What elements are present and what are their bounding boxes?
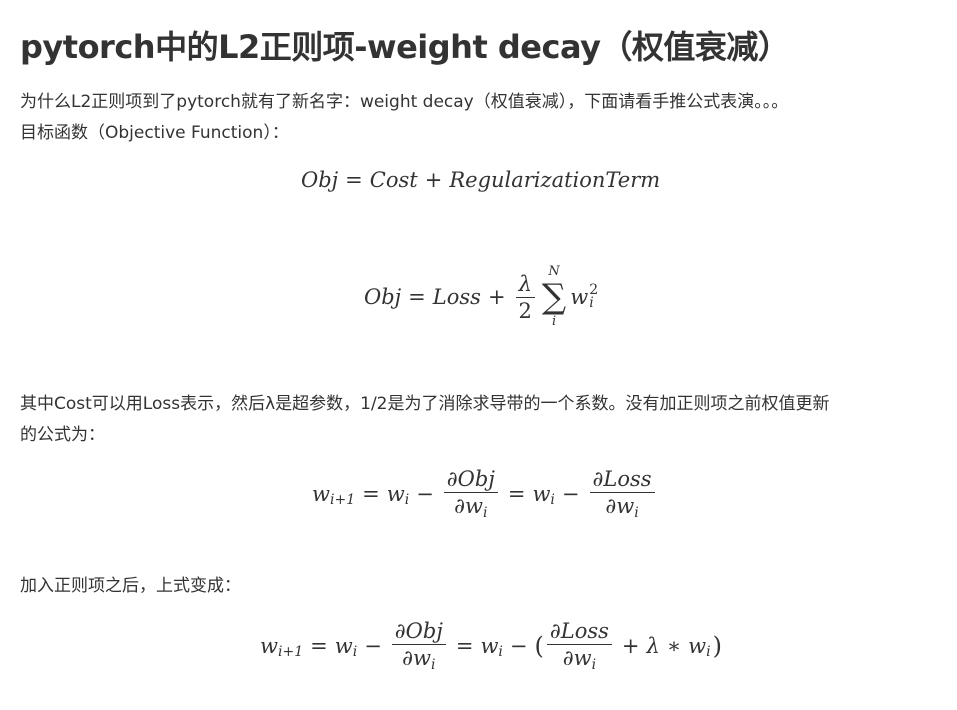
- eq-2: =: [507, 482, 526, 506]
- r-den-dw: ∂w: [402, 646, 431, 670]
- summation: N ∑ i: [542, 264, 566, 330]
- minus-1: −: [416, 482, 434, 506]
- minus-2: −: [561, 482, 580, 506]
- formula-obj-cost-plus: +: [424, 168, 443, 192]
- r-eq-2: =: [455, 634, 474, 658]
- r-eq-1: =: [310, 634, 328, 658]
- fraction-dloss: ∂Loss ∂wi: [589, 466, 655, 522]
- summand-scripts: 2 i: [589, 283, 598, 311]
- fraction-dloss-denominator: ∂wi: [602, 493, 641, 522]
- w-current-subscript: i: [404, 492, 410, 508]
- r-fraction-dloss-numerator: ∂Loss: [546, 618, 612, 645]
- fraction-dobj-denominator: ∂wi: [451, 493, 490, 522]
- summand-subscript: i: [589, 295, 594, 311]
- formula-obj-cost-reg: RegularizationTerm: [449, 168, 661, 192]
- w-current: w: [386, 482, 405, 506]
- article: pytorch中的L2正则项-weight decay（权值衰减） 为什么L2正…: [20, 0, 937, 710]
- fraction-dobj-numerator: ∂Obj: [443, 466, 498, 493]
- after-paragraph: 加入正则项之后，上式变成：: [20, 571, 937, 602]
- w-current-2: w: [532, 482, 551, 506]
- r-fraction-dloss-denominator: ∂wi: [560, 645, 599, 674]
- den-subscript-2: i: [634, 505, 639, 521]
- r-fraction-dobj-numerator: ∂Obj: [391, 618, 446, 645]
- fraction-dloss-numerator: ∂Loss: [589, 466, 655, 493]
- r-fraction-dobj: ∂Obj ∂wi: [391, 618, 446, 674]
- formula-obj-cost-eq: =: [345, 168, 363, 192]
- den-dw-2: ∂w: [605, 494, 635, 518]
- summation-lower-limit: i: [551, 314, 557, 329]
- r-plus: +: [621, 634, 640, 658]
- den-dw: ∂w: [454, 494, 483, 518]
- w-current-2-subscript: i: [550, 492, 555, 508]
- after-line-1: 加入正则项之后，上式变成：: [20, 576, 241, 596]
- formula-obj-loss-eq: =: [408, 285, 426, 309]
- middle-line-2: 的公式为：: [20, 425, 105, 445]
- r-minus-1: −: [364, 634, 382, 658]
- r-w-current-subscript: i: [352, 644, 358, 660]
- r-w-last-subscript: i: [706, 644, 711, 660]
- r-w-last: w: [688, 634, 707, 658]
- formula-obj-loss-fraction: λ 2: [515, 271, 535, 324]
- intro-line-1: 为什么L2正则项到了pytorch就有了新名字：weight decay（权值衰…: [20, 92, 789, 112]
- middle-paragraph: 其中Cost可以用Loss表示，然后λ是超参数，1/2是为了消除求导带的一个系数…: [20, 389, 937, 451]
- eq-1: =: [362, 482, 380, 506]
- page-title: pytorch中的L2正则项-weight decay（权值衰减）: [20, 28, 790, 66]
- r-den-subscript: i: [430, 657, 436, 673]
- formula-obj-loss-loss: Loss: [432, 285, 481, 309]
- formula-obj-loss-lhs: Obj: [364, 285, 402, 309]
- intro-line-2: 目标函数（Objective Function）：: [20, 123, 289, 143]
- fraction-dobj: ∂Obj ∂wi: [443, 466, 498, 522]
- summation-sigma: ∑: [541, 277, 567, 317]
- r-w-current-2-subscript: i: [498, 644, 503, 660]
- r-fraction-dloss: ∂Loss ∂wi: [546, 618, 612, 674]
- w-next: w: [312, 482, 330, 506]
- formula-obj-cost-lhs: Obj: [301, 168, 339, 192]
- w-next-subscript: i+1: [329, 492, 356, 508]
- fraction-denominator: 2: [518, 298, 532, 323]
- middle-line-1: 其中Cost可以用Loss表示，然后λ是超参数，1/2是为了消除求导带的一个系数…: [20, 394, 830, 414]
- r-w-current-2: w: [480, 634, 499, 658]
- r-den-dw-2: ∂w: [562, 646, 592, 670]
- r-minus-2: −: [509, 634, 528, 658]
- formula-obj-loss-plus: +: [487, 285, 506, 309]
- r-open-paren: (: [534, 632, 544, 660]
- r-w-current: w: [334, 634, 353, 658]
- r-star: ∗: [666, 634, 682, 658]
- r-close-paren: ): [712, 632, 722, 660]
- r-fraction-dobj-denominator: ∂wi: [399, 645, 438, 674]
- r-w-next: w: [260, 634, 278, 658]
- summand-w: w: [570, 285, 589, 309]
- intro-paragraph: 为什么L2正则项到了pytorch就有了新名字：weight decay（权值衰…: [20, 87, 937, 149]
- r-w-next-subscript: i+1: [277, 644, 304, 660]
- r-den-subscript-2: i: [591, 657, 597, 673]
- formula-obj-cost-cost: Cost: [369, 168, 418, 192]
- fraction-numerator: λ: [515, 271, 535, 298]
- r-lambda: λ: [646, 634, 660, 658]
- den-subscript: i: [482, 505, 488, 521]
